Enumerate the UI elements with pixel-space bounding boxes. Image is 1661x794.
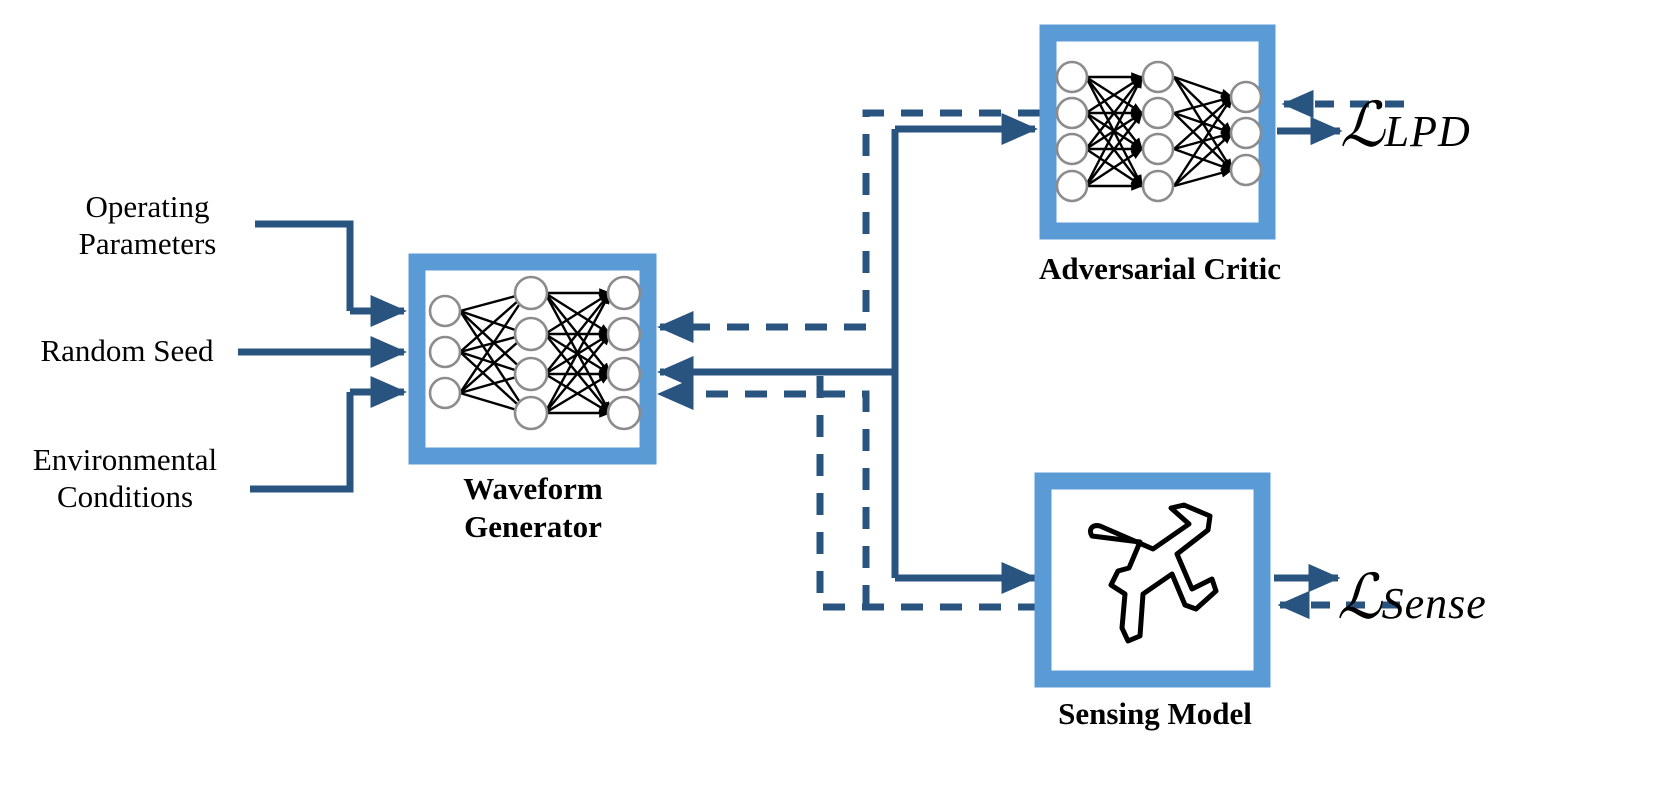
caption-sensing-model: Sensing Model [1058,696,1252,731]
input-label-random-seed: Random Seed [40,333,214,368]
loss-sense-symbol: ℒ [1337,564,1382,632]
input-label-operating-parameters: Operating Parameters [78,189,217,261]
edge-environmental-conditions [250,392,354,493]
sensing-model-block[interactable] [1034,472,1271,688]
architecture-diagram: Operating Parameters Random Seed Environ… [0,0,1661,794]
edge-sensing-model-to-generator-gradient [816,372,1040,611]
caption-adversarial-critic: Adversarial Critic [1039,251,1281,286]
edge-sensing-gradient-lower [657,377,870,607]
loss-label-sense: ℒSense [1337,560,1487,634]
loss-lpd-symbol: ℒ [1340,92,1385,160]
loss-sense-subscript: Sense [1381,579,1487,628]
gradient-feedback-lower [657,377,870,607]
caption-waveform-generator: Waveform Generator [463,471,603,544]
loss-lpd-subscript: LPD [1384,107,1471,156]
loss-label-lpd: ℒLPD [1340,88,1471,162]
generator-output-trunk [682,112,1038,595]
gradient-feedback-heads [657,310,866,389]
gradient-feedback-edges [816,109,1040,611]
edge-operating-parameters [255,220,354,311]
input-label-environmental-conditions: Environmental Conditions [32,442,218,514]
waveform-generator-block[interactable] [408,253,657,465]
adversarial-critic-block[interactable] [1039,24,1276,240]
input-connectors [238,220,407,493]
